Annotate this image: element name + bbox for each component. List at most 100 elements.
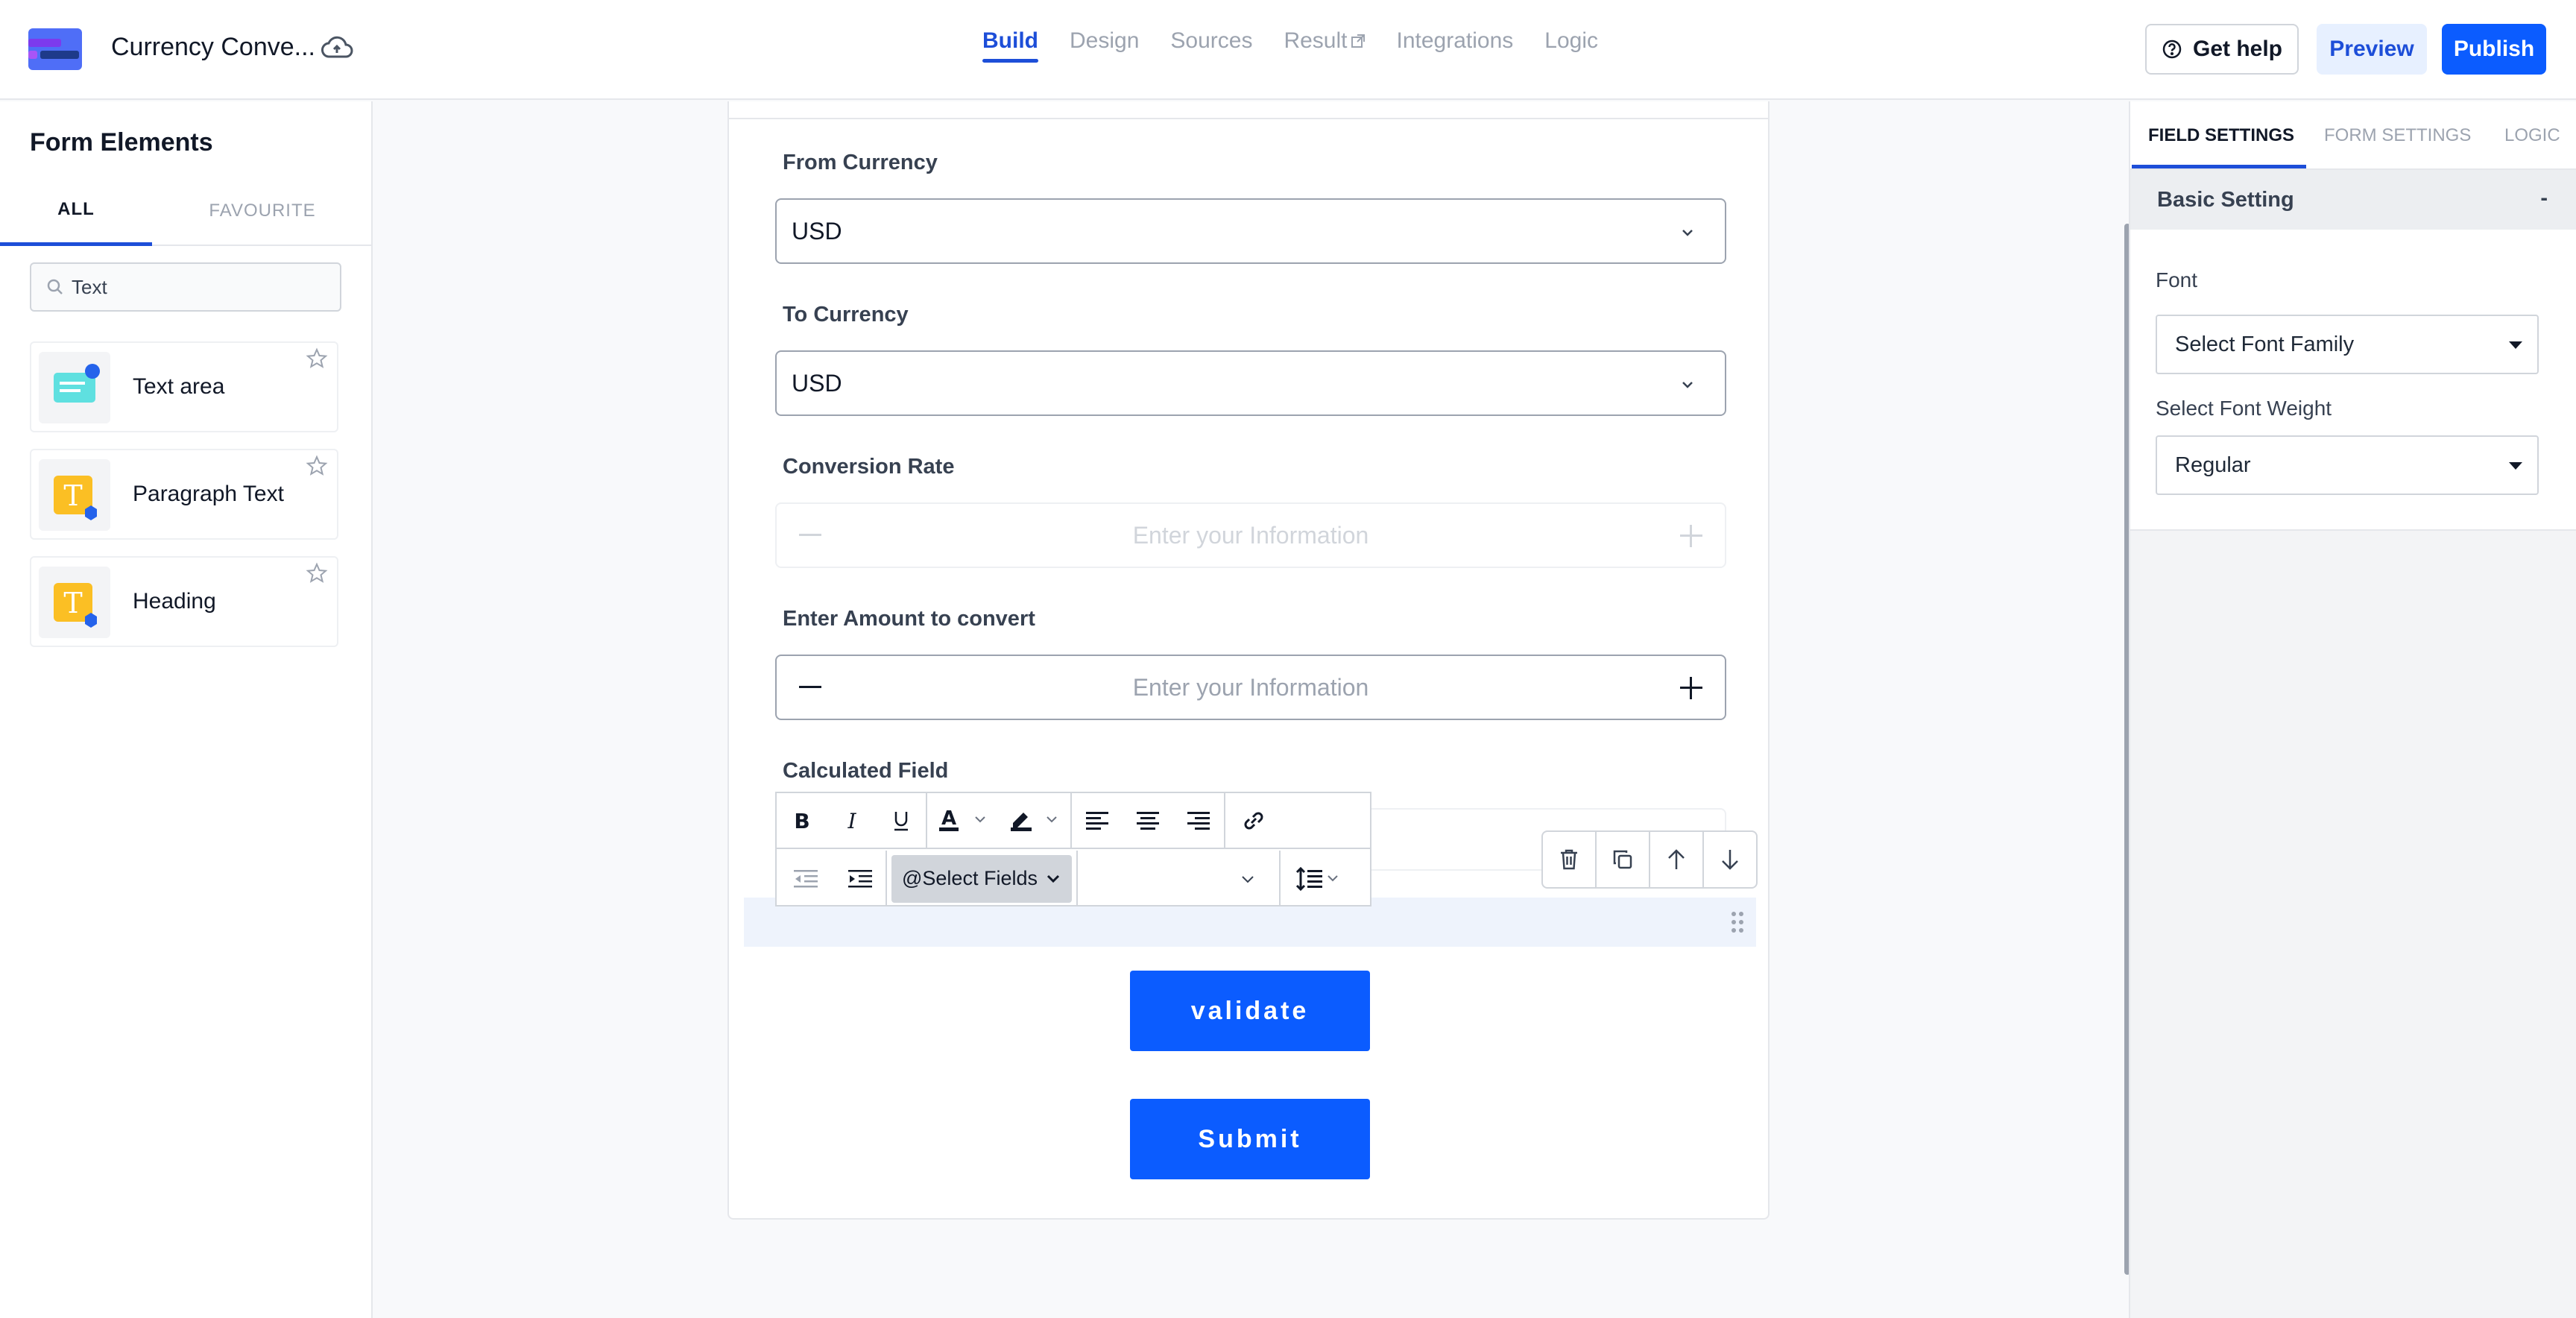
amount-label: Enter Amount to convert — [783, 607, 1035, 631]
divider — [729, 118, 1768, 119]
tab-field-settings[interactable]: FIELD SETTINGS — [2148, 101, 2294, 170]
indent-icon[interactable] — [835, 851, 886, 906]
field-actions — [1541, 830, 1758, 889]
italic-icon[interactable]: I — [827, 792, 877, 848]
select-fields-dropdown[interactable]: @Select Fields — [891, 854, 1072, 903]
svg-text:T: T — [63, 479, 82, 512]
to-currency-select[interactable]: USD — [775, 350, 1726, 416]
to-currency-value: USD — [792, 369, 842, 397]
align-right-icon[interactable] — [1173, 792, 1224, 848]
from-currency-value: USD — [792, 217, 842, 245]
validate-button[interactable]: validate — [1130, 971, 1370, 1051]
get-help-button[interactable]: Get help — [2145, 24, 2299, 75]
align-left-icon[interactable] — [1072, 792, 1123, 848]
element-search[interactable] — [30, 262, 341, 312]
duplicate-icon[interactable] — [1597, 832, 1650, 887]
highlight-color-icon[interactable] — [999, 792, 1070, 848]
drag-handle-icon[interactable] — [1731, 911, 1744, 933]
from-currency-label: From Currency — [783, 151, 938, 174]
nav-result-label: Result — [1284, 28, 1348, 53]
underline-icon[interactable] — [877, 792, 926, 848]
publish-button[interactable]: Publish — [2442, 24, 2546, 75]
element-card-heading[interactable]: T Heading — [30, 556, 338, 647]
svg-text:I: I — [847, 810, 856, 831]
tab-favourite[interactable]: FAVOURITE — [152, 176, 373, 246]
minus-icon — [799, 534, 821, 538]
active-tab-indicator — [2132, 165, 2306, 168]
toolbar-row: B I A — [777, 792, 1370, 849]
app-logo-icon[interactable] — [28, 28, 82, 70]
element-card-paragraph-text[interactable]: T Paragraph Text — [30, 449, 338, 540]
basic-setting-body: Font Select Font Family Select Font Weig… — [2130, 230, 2576, 531]
amount-input-placeholder[interactable]: Enter your Information — [1133, 674, 1369, 701]
element-card-text-area[interactable]: Text area — [30, 341, 338, 432]
toolbar-row: @Select Fields — [777, 851, 1370, 906]
element-label: Paragraph Text — [133, 482, 284, 506]
delete-icon[interactable] — [1543, 832, 1597, 887]
caret-down-icon — [2509, 462, 2522, 470]
favourite-star-icon[interactable] — [306, 347, 328, 370]
font-label: Font — [2156, 268, 2198, 291]
font-weight-label: Select Font Weight — [2156, 397, 2332, 420]
move-down-icon[interactable] — [1704, 832, 1756, 887]
from-currency-select[interactable]: USD — [775, 198, 1726, 264]
select-fields-label: @Select Fields — [902, 867, 1038, 889]
favourite-star-icon[interactable] — [306, 455, 328, 477]
link-icon[interactable] — [1225, 792, 1282, 848]
panel-title: Form Elements — [30, 128, 213, 157]
element-label: Text area — [133, 374, 225, 399]
font-weight-value: Regular — [2175, 453, 2251, 477]
app-title[interactable]: Currency Conve... — [111, 33, 315, 62]
search-input[interactable] — [72, 275, 325, 299]
plus-icon[interactable] — [1680, 677, 1702, 699]
favourite-star-icon[interactable] — [306, 562, 328, 584]
chevron-down-icon — [1239, 870, 1257, 888]
conversion-rate-label: Conversion Rate — [783, 455, 955, 479]
basic-setting-header[interactable]: Basic Setting - — [2130, 170, 2576, 230]
svg-text:A: A — [941, 808, 956, 830]
align-center-icon[interactable] — [1123, 792, 1173, 848]
external-link-icon — [1351, 34, 1366, 48]
nav-build[interactable]: Build — [982, 28, 1038, 63]
tab-all[interactable]: ALL — [0, 176, 152, 246]
outdent-icon[interactable] — [777, 851, 835, 906]
svg-text:B: B — [794, 810, 809, 831]
amount-stepper[interactable]: Enter your Information — [775, 655, 1726, 720]
to-currency-label: To Currency — [783, 303, 909, 327]
calculated-field-label: Calculated Field — [783, 759, 949, 783]
nav-sources[interactable]: Sources — [1170, 28, 1252, 63]
conversion-rate-placeholder: Enter your Information — [1132, 521, 1369, 549]
top-bar: Currency Conve... Build Design Sources R… — [0, 0, 2576, 100]
font-family-select[interactable]: Select Font Family — [2156, 315, 2539, 374]
nav-result[interactable]: Result — [1284, 28, 1365, 63]
nav-logic[interactable]: Logic — [1544, 28, 1598, 63]
search-icon — [46, 278, 64, 296]
nav-design[interactable]: Design — [1070, 28, 1139, 63]
submit-button[interactable]: Submit — [1130, 1099, 1370, 1179]
tab-logic[interactable]: LOGIC — [2504, 101, 2560, 170]
font-weight-select[interactable]: Regular — [2156, 435, 2539, 495]
nav-integrations[interactable]: Integrations — [1397, 28, 1514, 63]
get-help-label: Get help — [2192, 37, 2282, 61]
text-color-icon[interactable]: A — [927, 792, 999, 848]
bold-icon[interactable]: B — [777, 792, 827, 848]
settings-tabs: FIELD SETTINGS FORM SETTINGS LOGIC — [2130, 101, 2576, 170]
minus-icon[interactable] — [799, 686, 821, 690]
preview-button[interactable]: Preview — [2317, 24, 2427, 75]
section-title: Basic Setting — [2157, 187, 2294, 212]
text-area-icon — [39, 352, 110, 423]
main-nav: Build Design Sources Result Integrations… — [982, 28, 1629, 63]
chevron-down-icon — [1679, 224, 1696, 242]
element-tabs: ALL FAVOURITE — [0, 176, 373, 246]
plus-icon — [1680, 525, 1702, 547]
line-height-icon[interactable] — [1281, 851, 1355, 906]
element-label: Heading — [133, 589, 216, 614]
tab-form-settings[interactable]: FORM SETTINGS — [2324, 101, 2471, 170]
move-up-icon[interactable] — [1650, 832, 1704, 887]
collapse-toggle[interactable]: - — [2540, 186, 2548, 211]
chevron-down-icon — [1045, 871, 1061, 887]
conversion-rate-stepper: Enter your Information — [775, 502, 1726, 568]
cloud-save-icon[interactable] — [321, 36, 353, 61]
heading-icon: T — [39, 567, 110, 638]
font-size-dropdown[interactable] — [1078, 851, 1279, 906]
